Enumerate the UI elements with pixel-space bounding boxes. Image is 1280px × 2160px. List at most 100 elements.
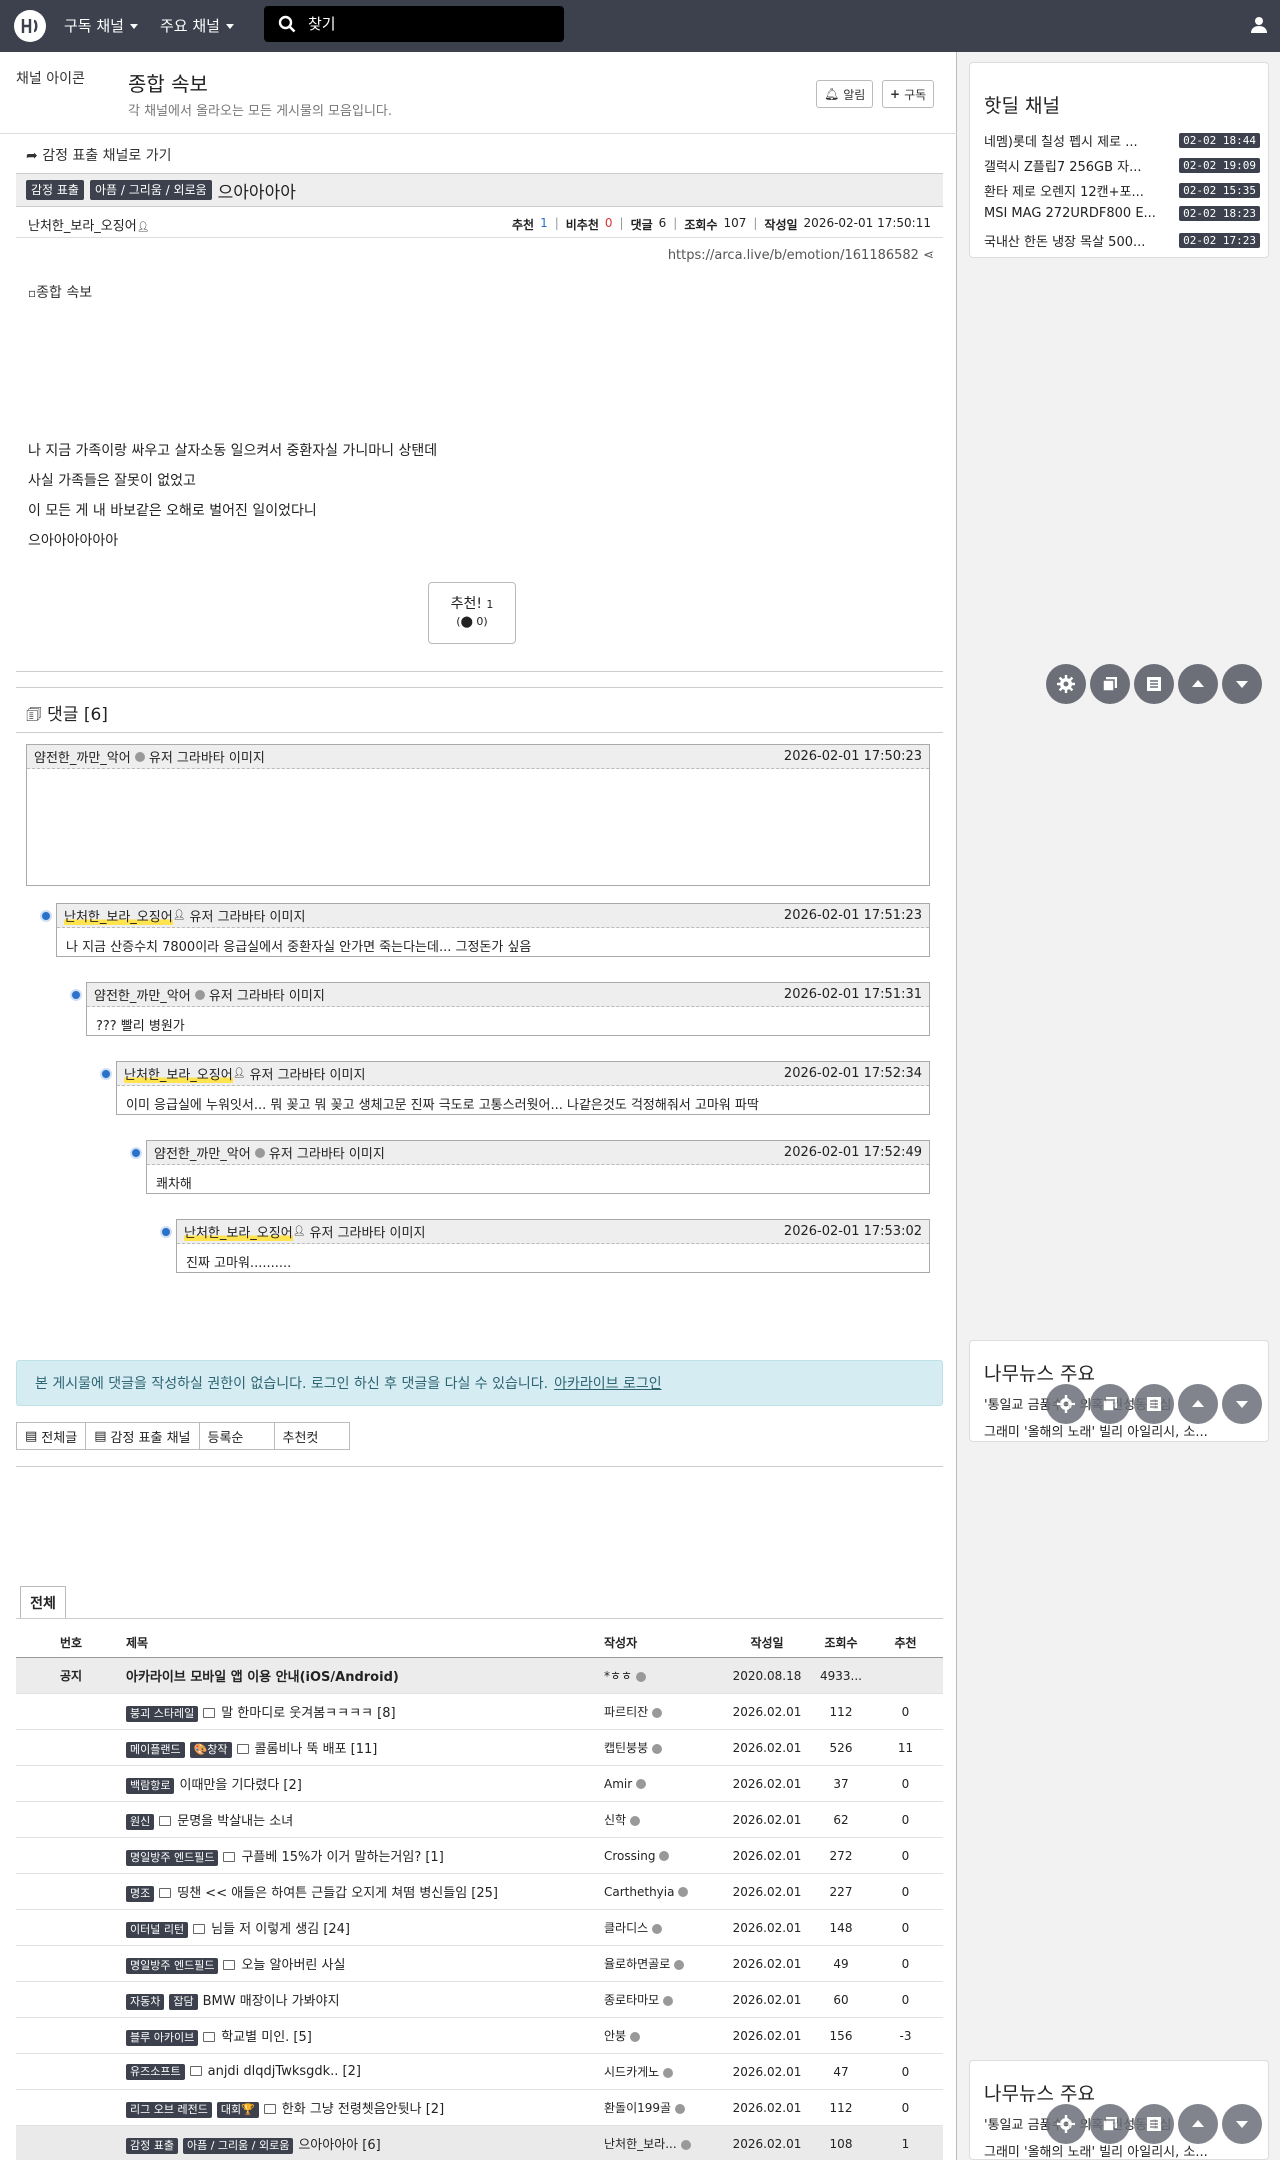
row-title[interactable]: 말 한마디로 웃겨봄ㅋㅋㅋㅋ [8] xyxy=(221,1706,395,1721)
comment-author[interactable]: 난처한_보라_오징어 xyxy=(184,1222,293,1241)
table-row[interactable]: 백람항로 이때만을 기다렸다 [2] Amir 2026.02.01 37 0 xyxy=(16,1766,943,1802)
row-title[interactable]: 띵챈 << 애들은 하여튼 근들갑 오지게 쳐떰 병신들임 [25] xyxy=(177,1886,498,1901)
row-author[interactable]: 파르티잔 xyxy=(604,1705,648,1719)
row-badge[interactable]: 원신 xyxy=(126,1813,155,1830)
notice-row[interactable]: 공지 아카라이브 모바일 앱 이용 안내(iOS/Android) *ㅎㅎ 20… xyxy=(16,1658,943,1694)
search-input[interactable] xyxy=(308,15,548,33)
article-url[interactable]: https://arca.live/b/emotion/161186582 ⋖ xyxy=(668,248,934,263)
row-badge[interactable]: 잡담 xyxy=(169,1993,198,2010)
row-author[interactable]: Crossing xyxy=(604,1849,655,1863)
row-author[interactable]: 신학 xyxy=(604,1813,626,1827)
row-author[interactable]: 종로타마모 xyxy=(604,1993,659,2007)
table-row[interactable]: 자동차 잡담 BMW 매장이나 가봐야지 종로타마모 2026.02.01 60 0 xyxy=(16,1982,943,2018)
row-title-cell[interactable]: 원신 문명을 박살내는 소녀 xyxy=(126,1810,604,1830)
table-row[interactable]: 메이플랜드 🎨창작 콜롬비나 뚝 배포 [11] 캡틴붕붕 2026.02.01 526 1… xyxy=(16,1730,943,1766)
row-author[interactable]: 시드카게노 xyxy=(604,2065,659,2079)
table-row[interactable]: 감정 표출 아픔 / 그리움 / 외로움 으아아아아 [6] 난처한_보라... 202… xyxy=(16,2126,943,2160)
hotdeal-item[interactable]: MSI MAG 272URDF800 E... 02-02 18:23 xyxy=(984,206,1260,221)
row-author[interactable]: 율로하면골로 xyxy=(604,1957,670,1971)
row-title-cell[interactable]: 명일방주 엔드필드 구플베 15%가 이거 말하는거임? [1] xyxy=(126,1846,604,1866)
row-author[interactable]: Carthethyia xyxy=(604,1885,674,1899)
login-link[interactable]: 아카라이브 로그인 xyxy=(554,1373,662,1393)
copy-button[interactable] xyxy=(1090,1384,1130,1424)
table-row[interactable]: 리그 오브 레전드 대회🏆 한화 그냥 전령쳇음안뒷나 [2] 환돌이199골 2026… xyxy=(16,2090,943,2126)
row-badge[interactable]: 메이플랜드 xyxy=(126,1741,185,1758)
row-title[interactable]: 이때만을 기다렸다 [2] xyxy=(179,1778,301,1793)
comment-author[interactable]: 얌전한_까만_악어 xyxy=(34,747,131,766)
list-button[interactable] xyxy=(1134,664,1174,704)
row-title-cell[interactable]: 유즈소프트 anjdi dlqdjTwksgdk.. [2] xyxy=(126,2063,604,2080)
copy-button[interactable] xyxy=(1090,2104,1130,2144)
list-button[interactable] xyxy=(1134,2104,1174,2144)
row-title-cell[interactable]: 리그 오브 레전드 대회🏆 한화 그냥 전령쳇음안뒷나 [2] xyxy=(126,2098,604,2118)
row-author[interactable]: Amir xyxy=(604,1777,632,1791)
hotdeal-item[interactable]: 갤럭시 Z플립7 256GB 자... 02-02 19:09 xyxy=(984,156,1260,175)
channel-button[interactable]: ▤ 감정 표출 채널 xyxy=(85,1422,200,1450)
scroll-down-button[interactable] xyxy=(1222,664,1262,704)
row-badge[interactable]: 블루 아카이브 xyxy=(126,2029,199,2046)
row-badge[interactable]: 유즈소프트 xyxy=(126,2063,185,2080)
row-title[interactable]: 문명을 박살내는 소녀 xyxy=(177,1814,293,1829)
user-icon[interactable] xyxy=(1250,16,1268,38)
row-title[interactable]: anjdi dlqdjTwksgdk.. [2] xyxy=(208,2064,361,2079)
order-button[interactable]: 등록순 xyxy=(198,1422,275,1450)
table-row[interactable]: 명조 띵챈 << 애들은 하여튼 근들갑 오지게 쳐떰 병신들임 [25] Cart… xyxy=(16,1874,943,1910)
row-author[interactable]: *ㅎㅎ xyxy=(604,1669,632,1683)
goto-channel-link[interactable]: ➦ 감정 표출 채널로 가기 xyxy=(26,145,171,165)
row-badge[interactable]: 붕괴 스타레일 xyxy=(126,1705,199,1722)
hotdeal-item[interactable]: 국내산 한돈 냉장 목살 500... 02-02 17:23 xyxy=(984,231,1260,250)
settings-button[interactable] xyxy=(1046,1384,1086,1424)
row-author[interactable]: 클라디스 xyxy=(604,1921,648,1935)
scroll-up-button[interactable] xyxy=(1178,664,1218,704)
row-badge[interactable]: 리그 오브 레전드 xyxy=(126,2101,212,2118)
comment-author[interactable]: 난처한_보라_오징어 xyxy=(64,906,173,925)
article-author[interactable]: 난처한_보라_오징어👤︎ xyxy=(28,215,149,234)
tab-all[interactable]: 전체 xyxy=(20,1586,66,1618)
recommended-button[interactable]: 추천컷 xyxy=(273,1422,350,1450)
row-title-cell[interactable]: 붕괴 스타레일 말 한마디로 웃겨봄ㅋㅋㅋㅋ [8] xyxy=(126,1702,604,1722)
comment-author[interactable]: 얌전한_까만_악어 xyxy=(94,985,191,1004)
row-title-cell[interactable]: 이터널 리턴 님들 저 이렇게 생김 [24] xyxy=(126,1918,604,1938)
row-title-cell[interactable]: 명조 띵챈 << 애들은 하여튼 근들갑 오지게 쳐떰 병신들임 [25] xyxy=(126,1882,604,1902)
row-title-cell[interactable]: 백람항로 이때만을 기다렸다 [2] xyxy=(126,1774,604,1794)
list-button[interactable] xyxy=(1134,1384,1174,1424)
search-icon[interactable] xyxy=(278,15,296,33)
row-badge[interactable]: 명조 xyxy=(126,1885,155,1902)
row-badge[interactable]: 명일방주 엔드필드 xyxy=(126,1849,219,1866)
row-title[interactable]: 콜롬비나 뚝 배포 [11] xyxy=(255,1742,378,1757)
row-author[interactable]: 안붕 xyxy=(604,2029,626,2043)
scroll-down-button[interactable] xyxy=(1222,1384,1262,1424)
settings-button[interactable] xyxy=(1046,2104,1086,2144)
all-posts-button[interactable]: ▤ 전체글 xyxy=(16,1422,87,1450)
row-title-cell[interactable]: 자동차 잡담 BMW 매장이나 가봐야지 xyxy=(126,1990,604,2010)
table-row[interactable]: 원신 문명을 박살내는 소녀 신학 2026.02.01 62 0 xyxy=(16,1802,943,1838)
hotdeal-item[interactable]: 환타 제로 오렌지 12캔+포... 02-02 15:35 xyxy=(984,181,1260,200)
recommend-button[interactable]: 추천! 1 (⬤ 0) xyxy=(428,582,516,644)
row-title[interactable]: 한화 그냥 전령쳇음안뒷나 [2] xyxy=(282,2102,444,2117)
row-badge[interactable]: 대회🏆 xyxy=(216,2101,259,2118)
row-title-cell[interactable]: 명일방주 엔드필드 오늘 알아버린 사실 xyxy=(126,1954,604,1974)
copy-button[interactable] xyxy=(1090,664,1130,704)
row-title[interactable]: BMW 매장이나 가봐야지 xyxy=(203,1994,340,2009)
row-title[interactable]: 오늘 알아버린 사실 xyxy=(241,1958,345,1973)
table-row[interactable]: 명일방주 엔드필드 구플베 15%가 이거 말하는거임? [1] Crossing 2… xyxy=(16,1838,943,1874)
comment-author[interactable]: 난처한_보라_오징어 xyxy=(124,1064,233,1083)
table-row[interactable]: 붕괴 스타레일 말 한마디로 웃겨봄ㅋㅋㅋㅋ [8] 파르티잔 2026.02.01 1… xyxy=(16,1694,943,1730)
arca-logo-icon[interactable] xyxy=(14,10,46,42)
major-channels-dropdown[interactable]: 주요 채널 xyxy=(160,15,234,36)
row-badge[interactable]: 자동차 xyxy=(126,1993,165,2010)
share-icon[interactable]: ⋖ xyxy=(923,248,934,263)
category-badge[interactable]: 아픔 / 그리움 / 외로움 xyxy=(89,180,212,200)
channel-badge[interactable]: 감정 표출 xyxy=(26,180,84,200)
row-author[interactable]: 캡틴붕붕 xyxy=(604,1741,648,1755)
row-title[interactable]: 으아아아아 [6] xyxy=(298,2138,380,2153)
table-row[interactable]: 블루 아카이브 학교별 미인. [5] 안붕 2026.02.01 156 -3 xyxy=(16,2018,943,2054)
row-badge[interactable]: 감정 표출 xyxy=(126,2137,178,2154)
table-row[interactable]: 유즈소프트 anjdi dlqdjTwksgdk.. [2] 시드카게노 2026.0… xyxy=(16,2054,943,2090)
comment-author[interactable]: 얌전한_까만_악어 xyxy=(154,1143,251,1162)
row-title[interactable]: 학교별 미인. [5] xyxy=(221,2030,312,2045)
row-title[interactable]: 아카라이브 모바일 앱 이용 안내(iOS/Android) xyxy=(126,1666,604,1685)
row-badge[interactable]: 백람항로 xyxy=(126,1777,175,1794)
scroll-down-button[interactable] xyxy=(1222,2104,1262,2144)
subscribed-channels-dropdown[interactable]: 구독 채널 xyxy=(64,15,138,36)
